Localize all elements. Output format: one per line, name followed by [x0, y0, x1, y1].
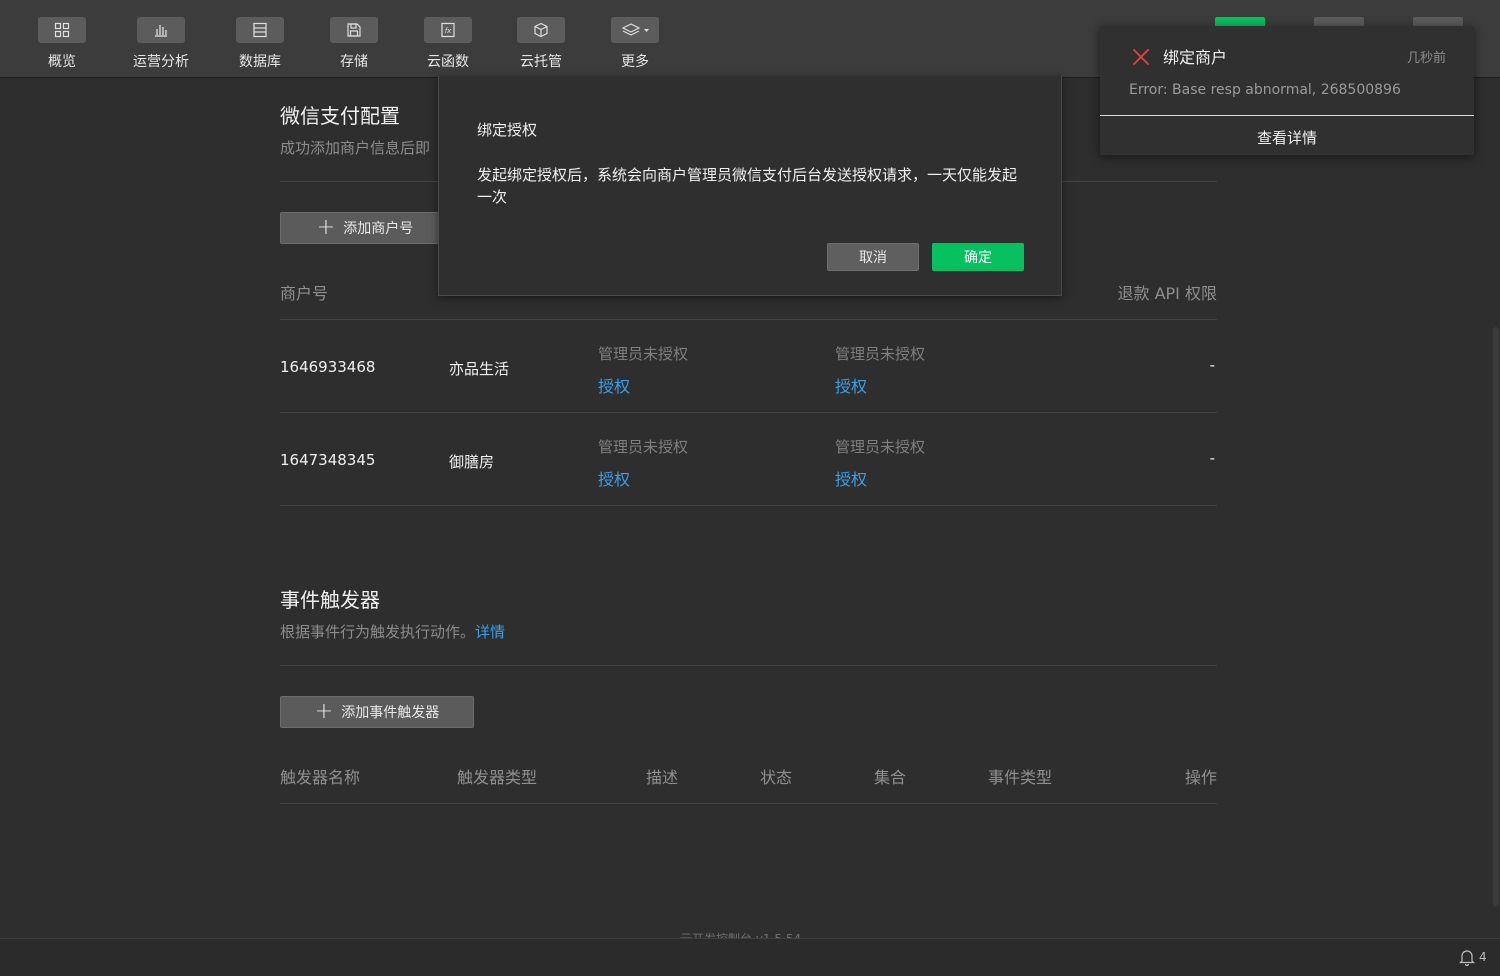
divider: [1100, 115, 1474, 116]
toolbar-database[interactable]: 数据库: [215, 17, 305, 71]
bind-authorization-dialog: 绑定授权 发起绑定授权后，系统会向商户管理员微信支付后台发送授权请求，一天仅能发…: [438, 76, 1062, 296]
scrollbar[interactable]: [1493, 327, 1499, 907]
auth-status: 管理员未授权: [598, 438, 689, 456]
header-trigger-name: 触发器名称: [280, 768, 361, 787]
notification-count: 4: [1479, 950, 1487, 964]
add-merchant-button[interactable]: + 添加商户号: [280, 212, 450, 244]
toolbar-cloud-hosting[interactable]: 云托管: [496, 17, 586, 71]
toolbar-label: 云托管: [520, 54, 562, 70]
confirm-button[interactable]: 确定: [932, 243, 1024, 271]
divider: [280, 319, 1217, 320]
trigger-section-title: 事件触发器: [280, 588, 380, 612]
function-icon: fx: [424, 17, 472, 43]
merchant-name: 亦品生活: [449, 360, 510, 378]
notification-title: 绑定商户: [1163, 48, 1228, 67]
trigger-section-desc: 根据事件行为触发执行动作。详情: [280, 621, 505, 642]
refund-api-value: -: [1209, 449, 1215, 467]
refund-api-value: -: [1209, 356, 1215, 374]
add-trigger-label: 添加事件触发器: [341, 705, 440, 721]
merchant-name: 御膳房: [449, 453, 495, 471]
toolbar-label: 云函数: [427, 54, 469, 70]
bar-chart-icon: [137, 17, 185, 43]
header-description: 描述: [646, 768, 679, 787]
plus-icon: +: [316, 215, 336, 240]
error-notification: 绑定商户 几秒前 Error: Base resp abnormal, 2685…: [1100, 26, 1474, 155]
cancel-button[interactable]: 取消: [827, 243, 919, 271]
notification-message: Error: Base resp abnormal, 268500896: [1129, 82, 1401, 98]
header-event-type: 事件类型: [988, 768, 1053, 787]
bell-icon: [1459, 950, 1475, 966]
toolbar-label: 更多: [621, 54, 649, 70]
storage-icon: [330, 17, 378, 43]
auth-status: 管理员未授权: [835, 438, 926, 456]
notification-time: 几秒前: [1406, 51, 1446, 66]
details-link[interactable]: 详情: [475, 623, 505, 641]
merchant-id: 1647348345: [280, 451, 376, 469]
error-close-icon: [1133, 49, 1149, 65]
toolbar-overview[interactable]: 概览: [17, 17, 107, 71]
add-trigger-button[interactable]: + 添加事件触发器: [280, 696, 474, 728]
merchant-id: 1646933468: [280, 358, 376, 376]
payment-section-desc: 成功添加商户信息后即: [280, 139, 431, 157]
toolbar-label: 数据库: [239, 54, 281, 70]
cube-icon: [517, 17, 565, 43]
dialog-message: 发起绑定授权后，系统会向商户管理员微信支付后台发送授权请求，一天仅能发起一次: [477, 166, 1018, 206]
authorize-link[interactable]: 授权: [835, 466, 867, 490]
toolbar-label: 概览: [48, 54, 76, 70]
svg-text:fx: fx: [445, 27, 452, 35]
header-trigger-type: 触发器类型: [457, 768, 538, 787]
add-merchant-label: 添加商户号: [343, 221, 414, 237]
authorize-link[interactable]: 授权: [598, 466, 630, 490]
plus-icon: +: [314, 699, 334, 724]
toolbar-analytics[interactable]: 运营分析: [116, 17, 206, 71]
layers-icon: [611, 17, 659, 43]
notifications-button[interactable]: 4: [1459, 948, 1487, 966]
authorize-link[interactable]: 授权: [598, 373, 630, 397]
status-bar: 4: [0, 938, 1500, 976]
dialog-title: 绑定授权: [477, 121, 538, 139]
header-collection: 集合: [874, 768, 907, 787]
toolbar-more[interactable]: 更多: [590, 17, 680, 71]
divider: [280, 505, 1217, 506]
toolbar-label: 存储: [340, 54, 368, 70]
grid-icon: [38, 17, 86, 43]
toolbar-functions[interactable]: fx 云函数: [403, 17, 493, 71]
trigger-desc-text: 根据事件行为触发执行动作。: [280, 623, 476, 641]
database-icon: [236, 17, 284, 43]
header-actions: 操作: [1184, 768, 1217, 787]
header-merchant-id: 商户号: [280, 284, 329, 303]
header-status: 状态: [760, 768, 793, 787]
toolbar-storage[interactable]: 存储: [309, 17, 399, 71]
toolbar-label: 运营分析: [133, 54, 189, 70]
divider: [280, 412, 1217, 413]
divider: [280, 665, 1217, 666]
divider: [280, 803, 1217, 804]
header-refund-api: 退款 API 权限: [1117, 284, 1218, 303]
auth-status: 管理员未授权: [598, 345, 689, 363]
authorize-link[interactable]: 授权: [835, 373, 867, 397]
payment-section-title: 微信支付配置: [280, 104, 400, 128]
view-details-button[interactable]: 查看详情: [1100, 127, 1474, 148]
auth-status: 管理员未授权: [835, 345, 926, 363]
